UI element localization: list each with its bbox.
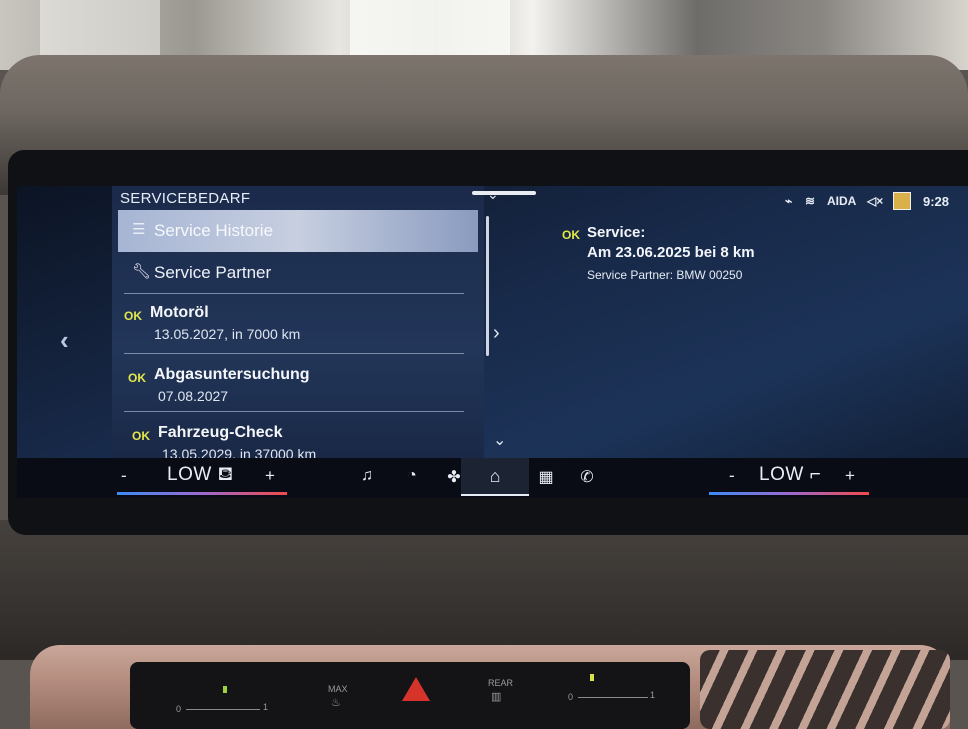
max-defrost-label[interactable]: MAX xyxy=(328,684,348,694)
indicator-light xyxy=(590,674,594,681)
scale-label: 1 xyxy=(263,702,269,712)
rear-defrost-icon: ▥ xyxy=(491,691,502,703)
seat-heat-icon: ≋ xyxy=(805,194,816,208)
chevron-up-icon: ⌄ xyxy=(487,186,499,202)
infotainment-screen: SERVICEBEDARF ☰ Service Historie 🔧︎ Serv… xyxy=(17,186,968,498)
left-fan-slider[interactable] xyxy=(186,709,260,710)
bottom-bar: - LOW ⛾ + ♫ ◔ ✤ ⌂ ▦ ✆ - LOW ⌐ + xyxy=(17,458,968,498)
message-icon xyxy=(893,192,911,210)
service-detail: 13.05.2029, in 37000 km xyxy=(162,446,317,458)
ok-badge: OK xyxy=(132,429,150,443)
home-button[interactable]: ⌂ xyxy=(461,458,529,496)
chevron-right-icon[interactable]: › xyxy=(493,322,500,345)
network-name: AIDA xyxy=(827,194,857,208)
gauge-icon[interactable]: ◔ xyxy=(400,467,424,485)
left-temp-bar xyxy=(117,492,287,495)
right-temp-plus-button[interactable]: + xyxy=(845,466,855,486)
divider xyxy=(124,293,464,294)
rear-defrost-label[interactable]: REAR xyxy=(488,678,513,688)
left-temp-minus-button[interactable]: - xyxy=(121,466,127,486)
right-fan-slider[interactable] xyxy=(578,697,648,698)
seat-icon: ⛾ xyxy=(217,464,234,485)
menu-item-label: Service Historie xyxy=(154,221,274,240)
right-temp-minus-button[interactable]: - xyxy=(729,466,735,486)
menu-item-service-partner[interactable]: 🔧︎ Service Partner xyxy=(118,252,478,294)
service-detail: 07.08.2027 xyxy=(158,388,229,404)
scrollbar[interactable] xyxy=(486,216,489,356)
defrost-icon: ♨ xyxy=(331,697,341,709)
list-icon: ☰ xyxy=(132,221,146,238)
service-title: Service: xyxy=(587,224,646,241)
hazard-button[interactable] xyxy=(402,677,430,701)
air-vents xyxy=(700,650,950,729)
ok-badge: OK xyxy=(128,371,146,385)
phone-icon[interactable]: ✆ xyxy=(575,467,599,487)
divider xyxy=(124,353,464,354)
scale-label: 1 xyxy=(650,690,656,700)
service-list-panel: SERVICEBEDARF ☰ Service Historie 🔧︎ Serv… xyxy=(112,186,484,458)
phone-signal-icon: ⌁ xyxy=(785,194,793,208)
ok-badge: OK xyxy=(562,228,580,242)
chevron-down-icon[interactable]: ⌄ xyxy=(493,430,506,450)
service-name: Abgasuntersuchung xyxy=(154,366,310,383)
service-partner-text: Service Partner: BMW 00250 xyxy=(587,268,743,282)
mute-icon: ◁× xyxy=(867,194,884,208)
seat-icon: ⌐ xyxy=(809,464,822,485)
service-row-abgasuntersuchung[interactable]: OK Abgasuntersuchung 07.08.2027 xyxy=(128,366,468,408)
menu-item-label: Service Partner xyxy=(154,263,272,282)
dashboard-lower xyxy=(0,520,968,660)
menu-item-service-history[interactable]: ☰ Service Historie xyxy=(118,210,478,252)
music-icon[interactable]: ♫ xyxy=(355,467,379,485)
clock: 9:28 xyxy=(923,194,950,209)
indicator-light xyxy=(223,686,227,693)
scale-label: 0 xyxy=(176,704,182,714)
apps-icon[interactable]: ▦ xyxy=(534,467,558,487)
panel-title: SERVICEBEDARF xyxy=(120,190,251,207)
chevron-left-icon[interactable]: ‹ xyxy=(60,325,69,356)
left-temp-value: LOW ⛾ xyxy=(167,464,234,485)
scale-label: 0 xyxy=(568,692,574,702)
home-icon: ⌂ xyxy=(489,466,501,486)
right-temp-value: LOW ⌐ xyxy=(759,464,822,485)
left-temp-plus-button[interactable]: + xyxy=(265,466,275,486)
drag-handle[interactable] xyxy=(472,191,536,195)
right-temp-bar xyxy=(709,492,869,495)
wrench-icon: 🔧︎ xyxy=(132,263,152,280)
divider xyxy=(124,411,464,412)
service-detail: 13.05.2027, in 7000 km xyxy=(154,326,301,342)
ok-badge: OK xyxy=(124,309,142,323)
service-row-fahrzeug-check[interactable]: OK Fahrzeug-Check 13.05.2029, in 37000 k… xyxy=(132,424,472,458)
service-date: Am 23.06.2025 bei 8 km xyxy=(587,244,755,261)
service-name: Motoröl xyxy=(150,304,209,321)
service-row-motoroel[interactable]: OK Motoröl 13.05.2027, in 7000 km xyxy=(124,304,464,346)
service-name: Fahrzeug-Check xyxy=(158,424,283,441)
